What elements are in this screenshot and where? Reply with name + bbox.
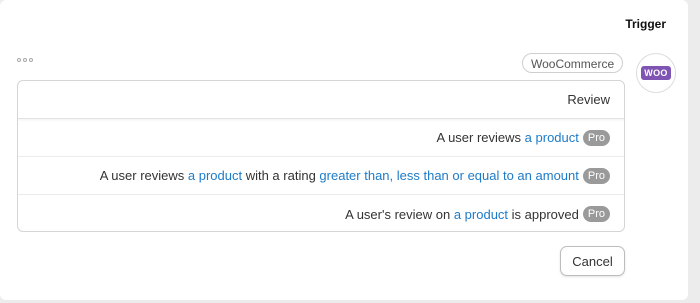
product-link[interactable]: a product — [188, 168, 242, 183]
trigger-text: A user reviews — [436, 130, 525, 145]
trigger-text: with a rating — [242, 168, 320, 183]
rating-condition-link[interactable]: greater than, less than or equal to an a… — [319, 168, 578, 183]
pro-badge: Pro — [582, 129, 610, 146]
trigger-list: Review A user reviews a product Pro A use… — [17, 80, 625, 232]
product-link[interactable]: a product — [454, 207, 508, 222]
integration-tag: WooCommerce — [522, 53, 624, 73]
trigger-option-user-reviews-rating[interactable]: A user reviews a product with a rating g… — [18, 157, 624, 195]
trigger-text: A user's review on — [345, 206, 454, 222]
product-link[interactable]: a product — [525, 130, 579, 145]
panel-title: Trigger — [625, 17, 666, 31]
pro-badge: Pro — [582, 206, 610, 222]
more-dots-icon[interactable] — [17, 58, 33, 62]
pro-badge: Pro — [582, 167, 610, 184]
woocommerce-logo-icon: WOO — [641, 66, 671, 80]
trigger-text: is approved — [508, 206, 579, 222]
integration-logo: WOO — [636, 53, 676, 93]
list-header: Review — [18, 81, 624, 119]
trigger-text: A user reviews — [99, 168, 188, 183]
trigger-option-user-reviews-product[interactable]: A user reviews a product Pro — [18, 119, 624, 157]
trigger-option-review-approved[interactable]: A user's review on a product is approved… — [18, 195, 624, 231]
cancel-button[interactable]: Cancel — [560, 246, 625, 276]
trigger-panel: Trigger WOO WooCommerce Review A user re… — [0, 0, 688, 300]
